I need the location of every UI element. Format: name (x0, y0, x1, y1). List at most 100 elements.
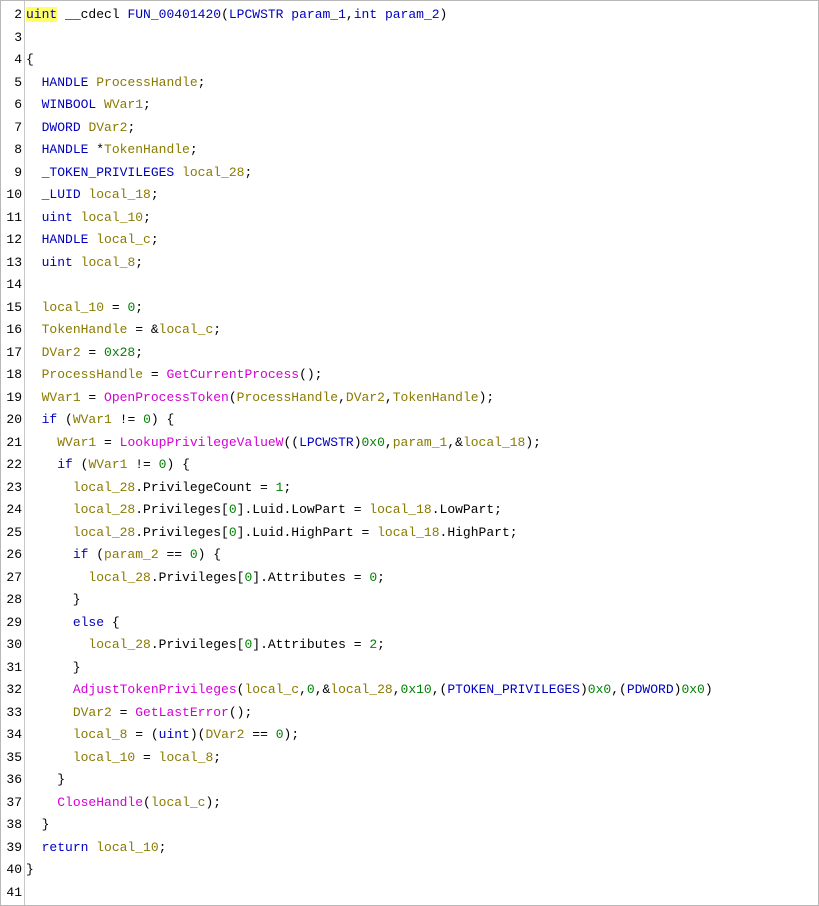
code-line[interactable]: 20 if (WVar1 != 0) { (1, 409, 818, 432)
code-line[interactable]: 39 return local_10; (1, 837, 818, 860)
code-text[interactable]: DVar2 = GetLastError(); (26, 702, 252, 725)
code-token: ) { (166, 457, 190, 472)
code-text[interactable]: local_28.Privileges[0].Attributes = 2; (26, 634, 385, 657)
code-token: TokenHandle (41, 322, 128, 337)
code-token: local_10 (41, 299, 105, 315)
code-text[interactable]: WINBOOL WVar1; (26, 94, 151, 117)
code-line[interactable]: 25 local_28.Privileges[0].Luid.HighPart … (1, 522, 818, 545)
code-line[interactable]: 5 HANDLE ProcessHandle; (1, 72, 818, 95)
code-text[interactable]: DVar2 = 0x28; (26, 342, 143, 365)
code-line[interactable]: 28 } (1, 589, 818, 612)
code-text[interactable]: uint __cdecl FUN_00401420(LPCWSTR param_… (26, 4, 447, 27)
code-line[interactable]: 18 ProcessHandle = GetCurrentProcess(); (1, 364, 818, 387)
code-text[interactable]: local_28.Privileges[0].Luid.HighPart = l… (26, 522, 518, 545)
code-text[interactable]: } (26, 589, 81, 612)
code-text[interactable]: HANDLE ProcessHandle; (26, 72, 206, 95)
code-token: 0 (189, 547, 198, 562)
code-text[interactable]: } (26, 657, 81, 680)
code-text[interactable]: if (WVar1 != 0) { (26, 409, 175, 432)
code-token: uint (41, 209, 73, 225)
line-number: 9 (14, 164, 22, 180)
code-token: AdjustTokenPrivileges (72, 682, 237, 697)
code-token: PDWORD (626, 682, 674, 697)
code-text[interactable]: _TOKEN_PRIVILEGES local_28; (26, 162, 253, 185)
code-text[interactable]: } (26, 859, 34, 882)
code-line[interactable]: 26 if (param_2 == 0) { (1, 544, 818, 567)
code-token: .Privileges[ (135, 502, 229, 517)
code-line[interactable]: 4{ (1, 49, 818, 72)
code-line[interactable]: 8 HANDLE *TokenHandle; (1, 139, 818, 162)
code-line[interactable]: 24 local_28.Privileges[0].Luid.LowPart =… (1, 499, 818, 522)
code-line[interactable]: 15 local_10 = 0; (1, 297, 818, 320)
code-line[interactable]: 23 local_28.PrivilegeCount = 1; (1, 477, 818, 500)
code-line[interactable]: 35 local_10 = local_8; (1, 747, 818, 770)
code-line[interactable]: 38 } (1, 814, 818, 837)
code-line[interactable]: 37 CloseHandle(local_c); (1, 792, 818, 815)
code-text[interactable]: if (WVar1 != 0) { (26, 454, 190, 477)
code-text[interactable]: local_10 = 0; (26, 297, 143, 320)
code-line[interactable]: 19 WVar1 = OpenProcessToken(ProcessHandl… (1, 387, 818, 410)
code-text[interactable]: local_28.Privileges[0].Attributes = 0; (26, 567, 385, 590)
code-line[interactable]: 30 local_28.Privileges[0].Attributes = 2… (1, 634, 818, 657)
code-text[interactable]: local_28.PrivilegeCount = 1; (26, 477, 291, 500)
code-text[interactable]: } (26, 769, 65, 792)
code-line[interactable]: 9 _TOKEN_PRIVILEGES local_28; (1, 162, 818, 185)
code-token: DVar2 (41, 344, 81, 360)
code-line[interactable]: 10 _LUID local_18; (1, 184, 818, 207)
code-text[interactable]: HANDLE local_c; (26, 229, 159, 252)
code-line[interactable]: 22 if (WVar1 != 0) { (1, 454, 818, 477)
code-token: ; (150, 232, 159, 247)
code-line[interactable]: 31 } (1, 657, 818, 680)
code-text[interactable]: local_28.Privileges[0].Luid.LowPart = lo… (26, 499, 502, 522)
code-text[interactable]: TokenHandle = &local_c; (26, 319, 221, 342)
code-text[interactable]: CloseHandle(local_c); (26, 792, 221, 815)
code-line[interactable]: 16 TokenHandle = &local_c; (1, 319, 818, 342)
code-line[interactable]: 2 uint __cdecl FUN_00401420(LPCWSTR param… (1, 4, 818, 27)
code-line[interactable]: 34 local_8 = (uint)(DVar2 == 0); (1, 724, 818, 747)
code-token: ; (377, 569, 385, 585)
code-text[interactable]: if (param_2 == 0) { (26, 544, 221, 567)
code-line[interactable]: 12 HANDLE local_c; (1, 229, 818, 252)
code-line[interactable]: 3 (1, 27, 818, 50)
code-line[interactable]: 6 WINBOOL WVar1; (1, 94, 818, 117)
code-text[interactable]: HANDLE *TokenHandle; (26, 139, 198, 162)
decompiler-code-view[interactable]: 2 uint __cdecl FUN_00401420(LPCWSTR param… (0, 0, 819, 906)
code-line[interactable]: 27 local_28.Privileges[0].Attributes = 0… (1, 567, 818, 590)
code-text[interactable]: uint local_10; (26, 207, 151, 230)
code-line[interactable]: 36 } (1, 769, 818, 792)
code-text[interactable]: ProcessHandle = GetCurrentProcess(); (26, 364, 323, 387)
code-line[interactable]: 33 DVar2 = GetLastError(); (1, 702, 818, 725)
code-text[interactable]: WVar1 = LookupPrivilegeValueW((LPCWSTR)0… (26, 432, 541, 455)
code-token: local_8 (72, 727, 128, 742)
code-token: 0x0 (681, 682, 705, 697)
code-token: ].Luid.HighPart = (236, 524, 378, 540)
code-line[interactable]: 17 DVar2 = 0x28; (1, 342, 818, 365)
code-text[interactable]: return local_10; (26, 837, 167, 860)
code-token: ; (143, 209, 151, 225)
code-line[interactable]: 13 uint local_8; (1, 252, 818, 275)
code-text[interactable]: _LUID local_18; (26, 184, 159, 207)
code-text[interactable]: else { (26, 612, 120, 635)
code-line[interactable]: 32 AdjustTokenPrivileges(local_c,0,&loca… (1, 679, 818, 702)
code-line[interactable]: 11 uint local_10; (1, 207, 818, 230)
code-line[interactable]: 41 (1, 882, 818, 905)
code-text[interactable]: } (26, 814, 50, 837)
code-line[interactable]: 21 WVar1 = LookupPrivilegeValueW((LPCWST… (1, 432, 818, 455)
code-text[interactable]: local_10 = local_8; (26, 747, 221, 770)
code-line[interactable]: 29 else { (1, 612, 818, 635)
code-text[interactable]: DWORD DVar2; (26, 117, 136, 140)
code-token: WVar1 (72, 412, 112, 427)
code-line[interactable]: 40} (1, 859, 818, 882)
code-text[interactable]: { (26, 49, 34, 72)
line-number: 13 (6, 254, 22, 270)
code-text[interactable]: WVar1 = OpenProcessToken(ProcessHandle,D… (26, 387, 495, 410)
code-line[interactable]: 7 DWORD DVar2; (1, 117, 818, 140)
code-text[interactable]: uint local_8; (26, 252, 143, 275)
code-text[interactable]: AdjustTokenPrivileges(local_c,0,&local_2… (26, 679, 713, 702)
code-line[interactable]: 14 (1, 274, 818, 297)
code-token: HANDLE (41, 74, 89, 90)
code-text[interactable]: local_8 = (uint)(DVar2 == 0); (26, 724, 299, 747)
